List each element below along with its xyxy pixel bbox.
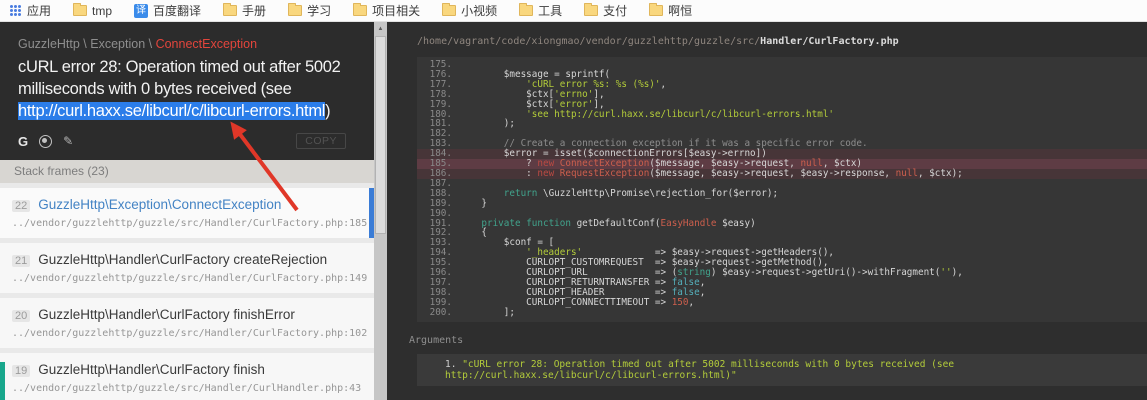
line-code: return \GuzzleHttp\Promise\rejection_for…	[459, 189, 778, 199]
exception-class: ConnectException	[156, 37, 257, 51]
bookmark-label: 小视频	[461, 2, 497, 19]
code-line: 186. : new RequestException($message, $e…	[417, 169, 1147, 179]
left-panel-scrollbar[interactable]: ▲	[374, 22, 387, 400]
teal-edge-strip	[0, 362, 5, 400]
browser-bookmarks-bar: 应用 tmp 译 百度翻译 手册 学习 项目相关 小视频 工具 支付 啊恒	[0, 0, 1147, 22]
file-path-filename: Handler/CurlFactory.php	[760, 36, 898, 47]
bookmark-label: 百度翻译	[153, 2, 201, 19]
code-line: 188. return \GuzzleHttp\Promise\rejectio…	[417, 189, 1147, 199]
exception-namespace: GuzzleHttp \ Exception \	[18, 37, 156, 51]
apps-shortcut[interactable]: 应用	[10, 2, 51, 19]
frame-title-row: 21 GuzzleHttp\Handler\CurlFactory create…	[12, 252, 362, 267]
code-line: 181. );	[417, 119, 1147, 129]
folder-icon	[73, 5, 87, 16]
frame-title: GuzzleHttp\Handler\CurlFactory finishErr…	[38, 307, 295, 322]
code-line: 191. private function getDefaultConf(Eas…	[417, 219, 1147, 229]
code-block: 175. 176. $message = sprintf(177. 'cURL …	[417, 57, 1147, 322]
duckduckgo-search-icon[interactable]	[39, 135, 52, 148]
exception-header: GuzzleHttp \ Exception \ ConnectExceptio…	[0, 22, 374, 160]
bookmark-label: 项目相关	[372, 2, 420, 19]
argument-row: 1. "cURL error 28: Operation timed out a…	[417, 354, 1147, 386]
bookmark-item[interactable]: 译 百度翻译	[134, 2, 201, 19]
bookmark-item[interactable]: 支付	[584, 2, 627, 19]
folder-icon	[584, 5, 598, 16]
bookmark-label: 支付	[603, 2, 627, 19]
line-code: );	[459, 119, 515, 129]
line-code: 'see http://curl.haxx.se/libcurl/c/libcu…	[459, 110, 834, 120]
folder-icon	[442, 5, 456, 16]
bookmark-item[interactable]: 小视频	[442, 2, 497, 19]
bookmark-item[interactable]: 工具	[519, 2, 562, 19]
frame-title: GuzzleHttp\Exception\ConnectException	[38, 197, 281, 212]
copy-button[interactable]: COPY	[296, 133, 346, 149]
line-number: 200.	[417, 308, 459, 318]
exception-breadcrumb: GuzzleHttp \ Exception \ ConnectExceptio…	[18, 37, 360, 51]
frame-number: 20	[12, 310, 30, 322]
arguments-label: Arguments	[409, 335, 1147, 346]
code-line: 189. }	[417, 199, 1147, 209]
code-panel: /home/vagrant/code/xiongmao/vendor/guzzl…	[387, 22, 1147, 400]
line-code: private function getDefaultConf(EasyHand…	[459, 219, 756, 229]
line-number: 190.	[417, 209, 459, 219]
folder-icon	[519, 5, 533, 16]
libcurl-errors-link[interactable]: http://curl.haxx.se/libcurl/c/libcurl-er…	[18, 102, 325, 120]
exception-panel: GuzzleHttp \ Exception \ ConnectExceptio…	[0, 22, 374, 400]
frame-number: 22	[12, 200, 30, 212]
bookmark-item[interactable]: tmp	[73, 4, 112, 18]
google-search-icon[interactable]: G	[18, 134, 28, 149]
bookmark-item[interactable]: 手册	[223, 2, 266, 19]
code-line: 200. ];	[417, 308, 1147, 318]
frame-path: ../vendor/guzzlehttp/guzzle/src/Handler/…	[12, 328, 362, 339]
frame-number: 19	[12, 365, 30, 377]
line-code: : new RequestException($message, $easy->…	[459, 169, 963, 179]
stack-frame[interactable]: 20 GuzzleHttp\Handler\CurlFactory finish…	[0, 298, 374, 348]
file-path: /home/vagrant/code/xiongmao/vendor/guzzl…	[387, 22, 1147, 47]
scrollbar-up-arrow-icon[interactable]: ▲	[374, 22, 387, 36]
frame-path: ../vendor/guzzlehttp/guzzle/src/Handler/…	[12, 273, 362, 284]
stackoverflow-search-icon[interactable]: ✎	[63, 134, 73, 148]
stack-frame[interactable]: 21 GuzzleHttp\Handler\CurlFactory create…	[0, 243, 374, 293]
bookmark-label: 工具	[538, 2, 562, 19]
folder-icon	[649, 5, 663, 16]
stack-frame[interactable]: 22 GuzzleHttp\Exception\ConnectException…	[0, 188, 374, 238]
code-line: 199. CURLOPT_CONNECTTIMEOUT => 150,	[417, 298, 1147, 308]
translate-icon: 译	[134, 4, 148, 18]
argument-value: "cURL error 28: Operation timed out afte…	[445, 359, 954, 381]
frame-number: 21	[12, 255, 30, 267]
frame-title: GuzzleHttp\Handler\CurlFactory finish	[38, 362, 265, 377]
argument-index: 1.	[445, 359, 456, 370]
frame-title-row: 20 GuzzleHttp\Handler\CurlFactory finish…	[12, 307, 362, 322]
folder-icon	[288, 5, 302, 16]
bookmark-label: 啊恒	[668, 2, 692, 19]
exception-toolbar: G ✎ COPY	[18, 133, 360, 152]
folder-icon	[223, 5, 237, 16]
scrollbar-thumb[interactable]	[375, 36, 386, 234]
bookmark-item[interactable]: 啊恒	[649, 2, 692, 19]
frame-title-row: 22 GuzzleHttp\Exception\ConnectException	[12, 197, 362, 212]
exception-message-close-paren: )	[325, 102, 330, 120]
code-line: 180. 'see http://curl.haxx.se/libcurl/c/…	[417, 110, 1147, 120]
bookmark-label: 手册	[242, 2, 266, 19]
stack-frames-list: 22 GuzzleHttp\Exception\ConnectException…	[0, 183, 374, 400]
apps-label: 应用	[27, 2, 51, 19]
exception-message: cURL error 28: Operation timed out after…	[18, 57, 360, 122]
stack-frames-header: Stack frames (23)	[0, 160, 374, 183]
whoops-error-page: GuzzleHttp \ Exception \ ConnectExceptio…	[0, 22, 1147, 400]
bookmark-item[interactable]: 项目相关	[353, 2, 420, 19]
file-path-prefix: /home/vagrant/code/xiongmao/vendor/guzzl…	[417, 36, 760, 47]
exception-message-text: cURL error 28: Operation timed out after…	[18, 58, 340, 98]
frame-path: ../vendor/guzzlehttp/guzzle/src/Handler/…	[12, 218, 362, 229]
folder-icon	[353, 5, 367, 16]
stack-frame[interactable]: 19 GuzzleHttp\Handler\CurlFactory finish…	[0, 353, 374, 400]
frame-path: ../vendor/guzzlehttp/guzzle/src/Handler/…	[12, 383, 362, 394]
bookmark-label: 学习	[307, 2, 331, 19]
line-code: ];	[459, 308, 515, 318]
frame-title: GuzzleHttp\Handler\CurlFactory createRej…	[38, 252, 327, 267]
bookmark-item[interactable]: 学习	[288, 2, 331, 19]
bookmarks-list: tmp 译 百度翻译 手册 学习 项目相关 小视频 工具 支付 啊恒	[73, 2, 692, 19]
frame-title-row: 19 GuzzleHttp\Handler\CurlFactory finish	[12, 362, 362, 377]
apps-grid-icon	[10, 5, 21, 16]
bookmark-label: tmp	[92, 4, 112, 18]
